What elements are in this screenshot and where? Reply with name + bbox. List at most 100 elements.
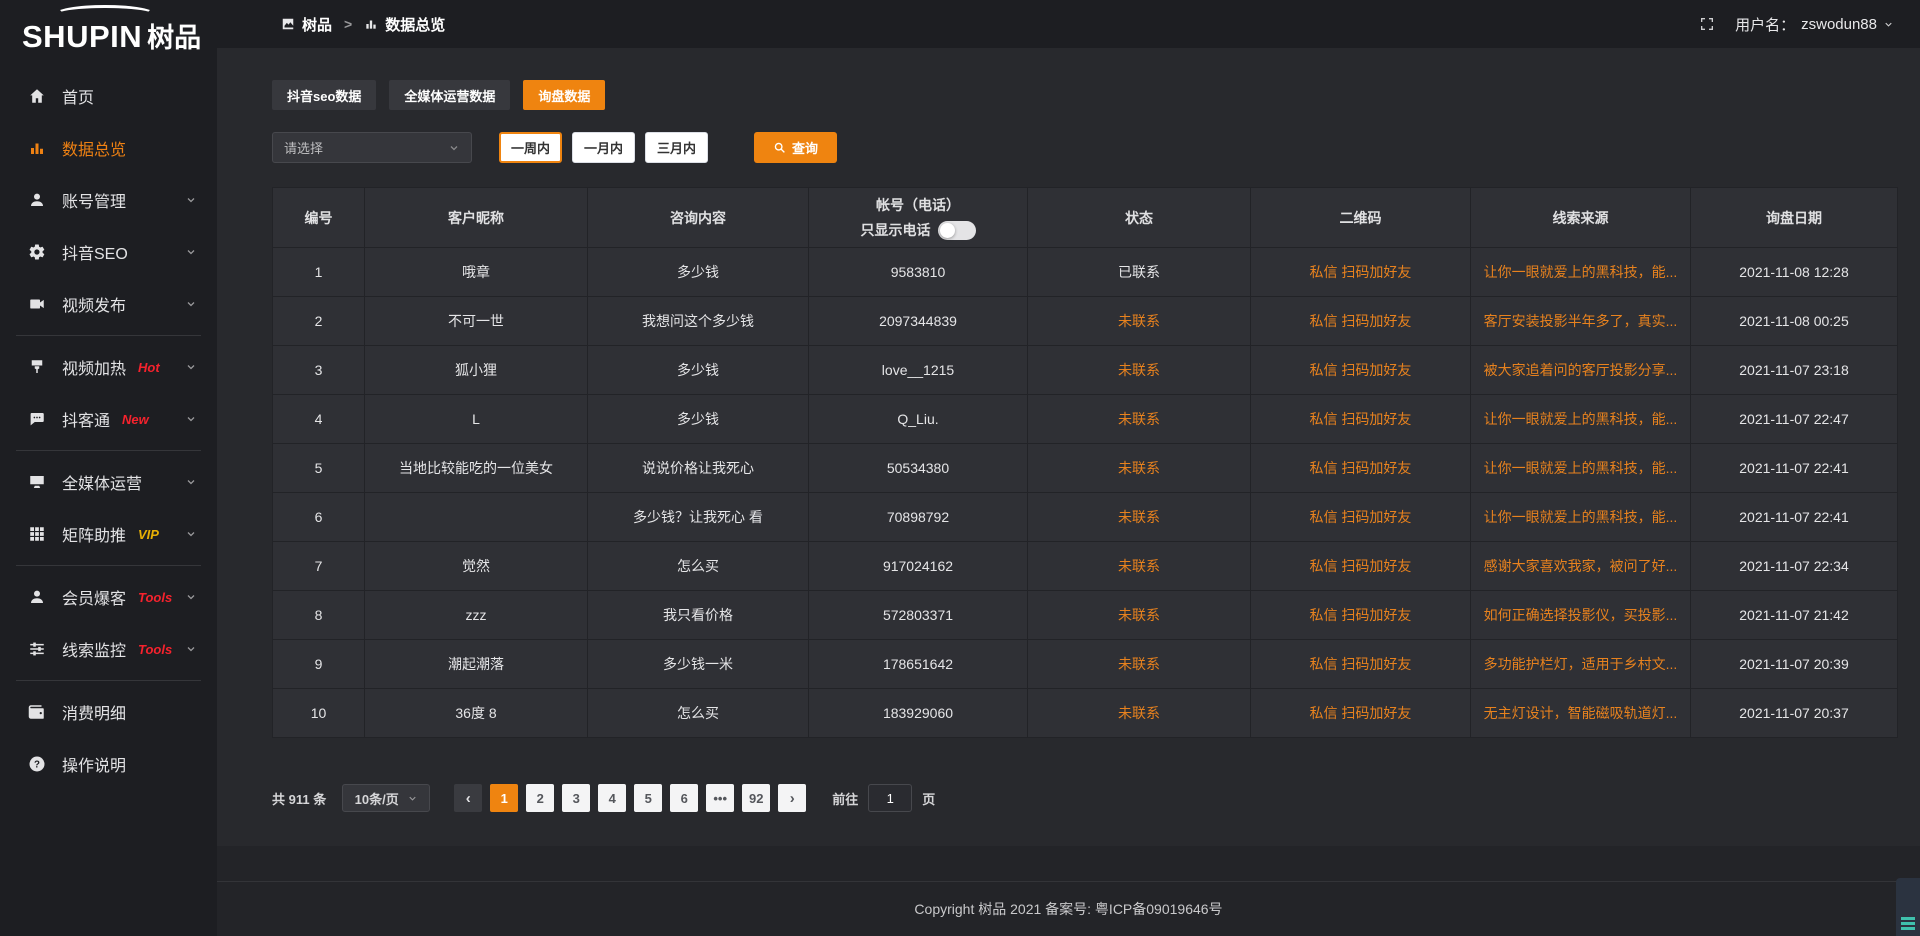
- chevron-down-icon: [1883, 19, 1894, 30]
- cell-source-link[interactable]: 让你一眼就爱上的黑科技，能...: [1471, 248, 1691, 297]
- video-camera-icon: [28, 295, 46, 313]
- cell-source-link[interactable]: 让你一眼就爱上的黑科技，能...: [1471, 444, 1691, 493]
- page-button-2[interactable]: 2: [526, 784, 554, 812]
- cell-no: 1: [273, 248, 365, 297]
- account-select[interactable]: 请选择: [272, 132, 472, 163]
- tab-inquiry-data[interactable]: 询盘数据: [523, 80, 605, 110]
- cell-qr-link[interactable]: 私信 扫码加好友: [1251, 346, 1471, 395]
- user-menu[interactable]: 用户名：zswodun88: [1735, 14, 1894, 35]
- sidebar-item-member-baoke[interactable]: 会员爆客 Tools: [0, 571, 217, 623]
- cell-status: 未联系: [1028, 297, 1251, 346]
- cell-source-link[interactable]: 让你一眼就爱上的黑科技，能...: [1471, 395, 1691, 444]
- period-quarter-button[interactable]: 三月内: [645, 132, 708, 163]
- next-page-button[interactable]: ›: [778, 784, 806, 812]
- cell-status: 未联系: [1028, 591, 1251, 640]
- page-ellipsis-button[interactable]: •••: [706, 784, 734, 812]
- table-row: 9 潮起潮落 多少钱一米 178651642 未联系 私信 扫码加好友 多功能护…: [273, 640, 1898, 689]
- cell-qr-link[interactable]: 私信 扫码加好友: [1251, 689, 1471, 738]
- sidebar-item-label: 抖客通: [62, 407, 110, 431]
- header-account-title: 帐号（电话）: [876, 195, 960, 215]
- cell-source-link[interactable]: 多功能护栏灯，适用于乡村文...: [1471, 640, 1691, 689]
- sidebar-item-label: 线索监控: [62, 637, 126, 661]
- cell-source-link[interactable]: 如何正确选择投影仪，买投影...: [1471, 591, 1691, 640]
- cell-content: 多少钱: [588, 395, 809, 444]
- cell-qr-link[interactable]: 私信 扫码加好友: [1251, 542, 1471, 591]
- cell-source-link[interactable]: 客厅安装投影半年多了，真实...: [1471, 297, 1691, 346]
- cell-status: 未联系: [1028, 444, 1251, 493]
- cell-content: 怎么买: [588, 542, 809, 591]
- widget-stripe: [1901, 922, 1915, 925]
- cell-qr-link[interactable]: 私信 扫码加好友: [1251, 591, 1471, 640]
- cell-source-link[interactable]: 让你一眼就爱上的黑科技，能...: [1471, 493, 1691, 542]
- sidebar-item-label: 操作说明: [62, 752, 126, 776]
- sidebar: SHUPIN树品 首页 数据总览 账号管理 抖音SEO 视频发布: [0, 0, 217, 936]
- phone-only-toggle[interactable]: [938, 221, 976, 240]
- page-button-6[interactable]: 6: [670, 784, 698, 812]
- floating-widget[interactable]: [1896, 878, 1920, 936]
- cell-account: 70898792: [809, 493, 1028, 542]
- tab-media-operations-data[interactable]: 全媒体运营数据: [389, 80, 510, 110]
- table-row: 5 当地比较能吃的一位美女 说说价格让我死心 50534380 未联系 私信 扫…: [273, 444, 1898, 493]
- header-no: 编号: [273, 188, 365, 248]
- sidebar-divider: [16, 680, 201, 681]
- sidebar-item-lead-monitor[interactable]: 线索监控 Tools: [0, 623, 217, 675]
- sidebar-item-video-heat[interactable]: 视频加热 Hot: [0, 341, 217, 393]
- sidebar-item-account-management[interactable]: 账号管理: [0, 174, 217, 226]
- page-button-92[interactable]: 92: [742, 784, 770, 812]
- cell-source-link[interactable]: 感谢大家喜欢我家，被问了好...: [1471, 542, 1691, 591]
- page-button-5[interactable]: 5: [634, 784, 662, 812]
- chevron-down-icon: [407, 793, 418, 804]
- cell-qr-link[interactable]: 私信 扫码加好友: [1251, 297, 1471, 346]
- search-button[interactable]: 查询: [754, 132, 837, 163]
- sidebar-item-doukoutong[interactable]: 抖客通 New: [0, 393, 217, 445]
- cell-source-link[interactable]: 被大家追着问的客厅投影分享...: [1471, 346, 1691, 395]
- cell-qr-link[interactable]: 私信 扫码加好友: [1251, 444, 1471, 493]
- cell-nickname: 哦章: [365, 248, 588, 297]
- chevron-down-icon: [185, 476, 197, 488]
- goto-page-input[interactable]: [868, 784, 912, 812]
- cell-qr-link[interactable]: 私信 扫码加好友: [1251, 640, 1471, 689]
- breadcrumb-home[interactable]: 树品: [302, 14, 332, 35]
- cell-status: 未联系: [1028, 395, 1251, 444]
- page-button-1[interactable]: 1: [490, 784, 518, 812]
- chevron-down-icon: [185, 246, 197, 258]
- username-value: zswodun88: [1801, 16, 1877, 33]
- sidebar-item-video-publish[interactable]: 视频发布: [0, 278, 217, 330]
- period-month-button[interactable]: 一月内: [572, 132, 635, 163]
- chevron-down-icon: [185, 643, 197, 655]
- filter-row: 请选择 一周内 一月内 三月内 查询: [272, 132, 1898, 163]
- cell-source-link[interactable]: 无主灯设计，智能磁吸轨道灯...: [1471, 689, 1691, 738]
- brush-icon: [28, 358, 46, 376]
- page-button-4[interactable]: 4: [598, 784, 626, 812]
- page-button-3[interactable]: 3: [562, 784, 590, 812]
- table-row: 8 zzz 我只看价格 572803371 未联系 私信 扫码加好友 如何正确选…: [273, 591, 1898, 640]
- sidebar-item-instructions[interactable]: ? 操作说明: [0, 738, 217, 790]
- cell-nickname: [365, 493, 588, 542]
- wallet-icon: [28, 703, 46, 721]
- sidebar-item-douyin-seo[interactable]: 抖音SEO: [0, 226, 217, 278]
- sidebar-item-matrix-boost[interactable]: 矩阵助推 VIP: [0, 508, 217, 560]
- sidebar-item-consumption-details[interactable]: 消费明细: [0, 686, 217, 738]
- sidebar-item-home[interactable]: 首页: [0, 70, 217, 122]
- sidebar-item-data-overview[interactable]: 数据总览: [0, 122, 217, 174]
- period-week-button[interactable]: 一周内: [499, 132, 562, 163]
- tab-douyin-seo-data[interactable]: 抖音seo数据: [272, 80, 376, 110]
- sidebar-item-media-operations[interactable]: 全媒体运营: [0, 456, 217, 508]
- header-source: 线索来源: [1471, 188, 1691, 248]
- copyright-text: Copyright 树品 2021 备案号: 粤ICP备09019646号: [914, 899, 1222, 919]
- tools-badge: Tools: [138, 590, 172, 605]
- cell-qr-link[interactable]: 私信 扫码加好友: [1251, 395, 1471, 444]
- chevron-down-icon: [185, 413, 197, 425]
- page-size-select[interactable]: 10条/页: [342, 784, 430, 812]
- cell-qr-link[interactable]: 私信 扫码加好友: [1251, 493, 1471, 542]
- cell-date: 2021-11-07 22:41: [1691, 444, 1898, 493]
- cell-qr-link[interactable]: 私信 扫码加好友: [1251, 248, 1471, 297]
- prev-page-button[interactable]: ‹: [454, 784, 482, 812]
- svg-text:?: ?: [34, 759, 40, 770]
- new-badge: New: [122, 412, 149, 427]
- cell-no: 5: [273, 444, 365, 493]
- cell-date: 2021-11-07 21:42: [1691, 591, 1898, 640]
- main-area: 树品 > 数据总览 用户名：zswodun88 抖音seo数据 全媒体运营数据 …: [217, 0, 1920, 936]
- cell-content: 我只看价格: [588, 591, 809, 640]
- fullscreen-icon[interactable]: [1699, 16, 1715, 32]
